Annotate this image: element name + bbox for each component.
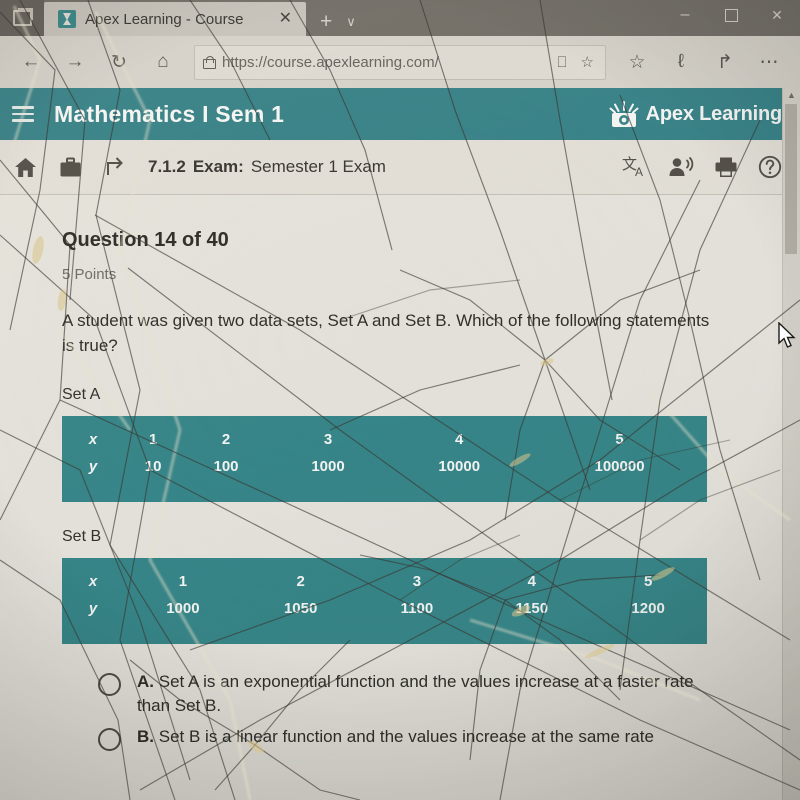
page-title: Question 14 of 40 (62, 229, 229, 251)
row-header-y: y (88, 458, 98, 476)
cell-y-3: 1100 (400, 600, 434, 618)
cell-x-2: 2 (296, 573, 305, 591)
notes-button[interactable]: ℓ (660, 41, 702, 83)
lesson-name: Semester 1 Exam (250, 157, 386, 176)
apex-brand-text: Apex Learning (645, 102, 783, 125)
lesson-toolbar: 7.1.2 Exam: Semester 1 Exam 文 A (0, 140, 800, 195)
browser-window: Apex Learning - Course ✕ + ∨ – ✕ ← → ↻ ⌂… (0, 0, 800, 800)
table-row: x 1 2 3 4 5 (62, 568, 707, 595)
browser-tab[interactable]: Apex Learning - Course ✕ (44, 2, 306, 36)
cell-x-1: 1 (148, 431, 158, 449)
scroll-up-arrow-icon[interactable]: ▲ (783, 88, 800, 100)
translate-icon[interactable]: 文 A (622, 155, 648, 179)
back-button[interactable]: ← (10, 41, 52, 83)
refresh-button[interactable]: ↻ (98, 41, 140, 83)
tab-overview-button[interactable] (0, 0, 44, 36)
cell-y-4: 1150 (515, 600, 549, 618)
points-label: 5 Points (62, 266, 117, 283)
new-tab-button[interactable]: + (306, 11, 342, 36)
home-icon[interactable] (14, 157, 37, 178)
option-b-text: Set B is a linear function and the value… (158, 726, 654, 746)
chevron-down-icon[interactable]: ∨ (342, 14, 364, 36)
row-header-x: x (88, 573, 98, 591)
cell-x-4: 4 (455, 431, 464, 449)
row-header-x: x (88, 431, 98, 449)
cell-y-2: 1050 (283, 600, 318, 618)
window-controls: – ✕ (662, 0, 800, 36)
table-row: y 10 100 1000 10000 100000 (62, 453, 707, 480)
maximize-icon (724, 8, 738, 22)
cell-x-5: 5 (643, 573, 653, 591)
address-bar[interactable]: https://course.apexlearning.com/ ⎕ ☆ (194, 44, 606, 80)
tab-title: Apex Learning - Course (85, 10, 244, 28)
set-a-table: x 1 2 3 4 5 y 10 100 1000 10000 100000 (62, 416, 707, 503)
lock-icon (203, 55, 216, 69)
apex-brand: Apex Learning (609, 99, 788, 129)
read-aloud-icon[interactable] (668, 156, 694, 178)
lesson-number: 7.1.2 (148, 157, 186, 176)
print-icon[interactable] (714, 156, 738, 178)
set-a-label: Set A (62, 386, 101, 404)
cell-y-1: 10 (144, 458, 162, 476)
cell-x-5: 5 (615, 431, 624, 449)
set-b-table: x 1 2 3 4 5 y 1000 1050 1100 1150 1200 (62, 558, 707, 645)
lesson-kind: Exam: (192, 157, 244, 176)
apex-favicon-icon (58, 10, 76, 28)
reading-view-icon[interactable]: ⎕ (555, 54, 570, 71)
answer-option-a[interactable]: A. Set A is an exponential function and … (62, 670, 738, 718)
cell-x-3: 3 (323, 431, 333, 449)
option-b-letter: B. (137, 726, 154, 746)
radio-button-a[interactable] (98, 673, 121, 697)
tab-overview-icon (12, 8, 33, 26)
lesson-breadcrumb: 7.1.2 Exam: Semester 1 Exam (148, 157, 386, 177)
url-text: https://course.apexlearning.com/ (222, 53, 439, 71)
table-row: y 1000 1050 1100 1150 1200 (62, 595, 707, 622)
cell-x-3: 3 (412, 573, 422, 591)
cell-y-5: 100000 (594, 458, 645, 476)
home-button[interactable]: ⌂ (142, 41, 184, 83)
set-b-label: Set B (62, 528, 102, 546)
browser-nav-bar: ← → ↻ ⌂ https://course.apexlearning.com/… (0, 36, 800, 88)
forward-button[interactable]: → (54, 41, 96, 83)
page-scrollbar[interactable]: ▲ (782, 88, 800, 800)
answer-option-b[interactable]: B. Set B is a linear function and the va… (62, 725, 738, 751)
option-a-text: Set A is an exponential function and the… (137, 672, 694, 716)
minimize-button[interactable]: – (662, 0, 708, 36)
question-content: Question 14 of 40 5 Points A student was… (0, 195, 800, 800)
help-icon[interactable] (758, 155, 782, 179)
favorites-button[interactable]: ☆ (616, 41, 658, 83)
favorite-star-icon[interactable]: ☆ (578, 53, 597, 71)
close-icon[interactable]: ✕ (273, 11, 298, 27)
option-a-letter: A. (137, 672, 154, 692)
cell-x-1: 1 (178, 573, 188, 591)
menu-icon[interactable] (12, 106, 36, 122)
course-title: Mathematics I Sem 1 (54, 100, 285, 127)
briefcase-icon[interactable] (59, 157, 82, 178)
table-row: x 1 2 3 4 5 (62, 426, 707, 453)
cell-y-3: 1000 (311, 458, 345, 476)
cell-y-4: 10000 (438, 458, 481, 476)
scrollbar-thumb[interactable] (785, 104, 797, 254)
apex-header: Mathematics I Sem 1 Apex Learning (0, 88, 800, 140)
cell-y-5: 1200 (631, 600, 665, 618)
browser-tab-strip: Apex Learning - Course ✕ + ∨ – ✕ (0, 0, 800, 36)
share-button[interactable]: ↱ (704, 41, 746, 83)
more-button[interactable]: ⋯ (748, 41, 790, 83)
apex-logo-icon (609, 99, 639, 129)
option-b-body: B. Set B is a linear function and the va… (137, 725, 654, 751)
svg-text:A: A (635, 165, 643, 179)
radio-button-b[interactable] (98, 727, 121, 751)
row-header-y: y (88, 600, 98, 618)
cell-y-2: 100 (213, 458, 239, 476)
maximize-button[interactable] (708, 0, 754, 30)
close-window-button[interactable]: ✕ (754, 0, 800, 30)
cell-x-2: 2 (221, 431, 231, 449)
question-stem: A student was given two data sets, Set A… (62, 311, 710, 355)
cell-x-4: 4 (527, 573, 536, 591)
option-a-body: A. Set A is an exponential function and … (137, 670, 697, 718)
cracked-phone-photo: Apex Learning - Course ✕ + ∨ – ✕ ← → ↻ ⌂… (0, 0, 800, 800)
lesson-toolbar-actions: 文 A (622, 155, 786, 179)
cell-y-1: 1000 (166, 600, 200, 618)
up-level-icon[interactable] (104, 156, 126, 178)
